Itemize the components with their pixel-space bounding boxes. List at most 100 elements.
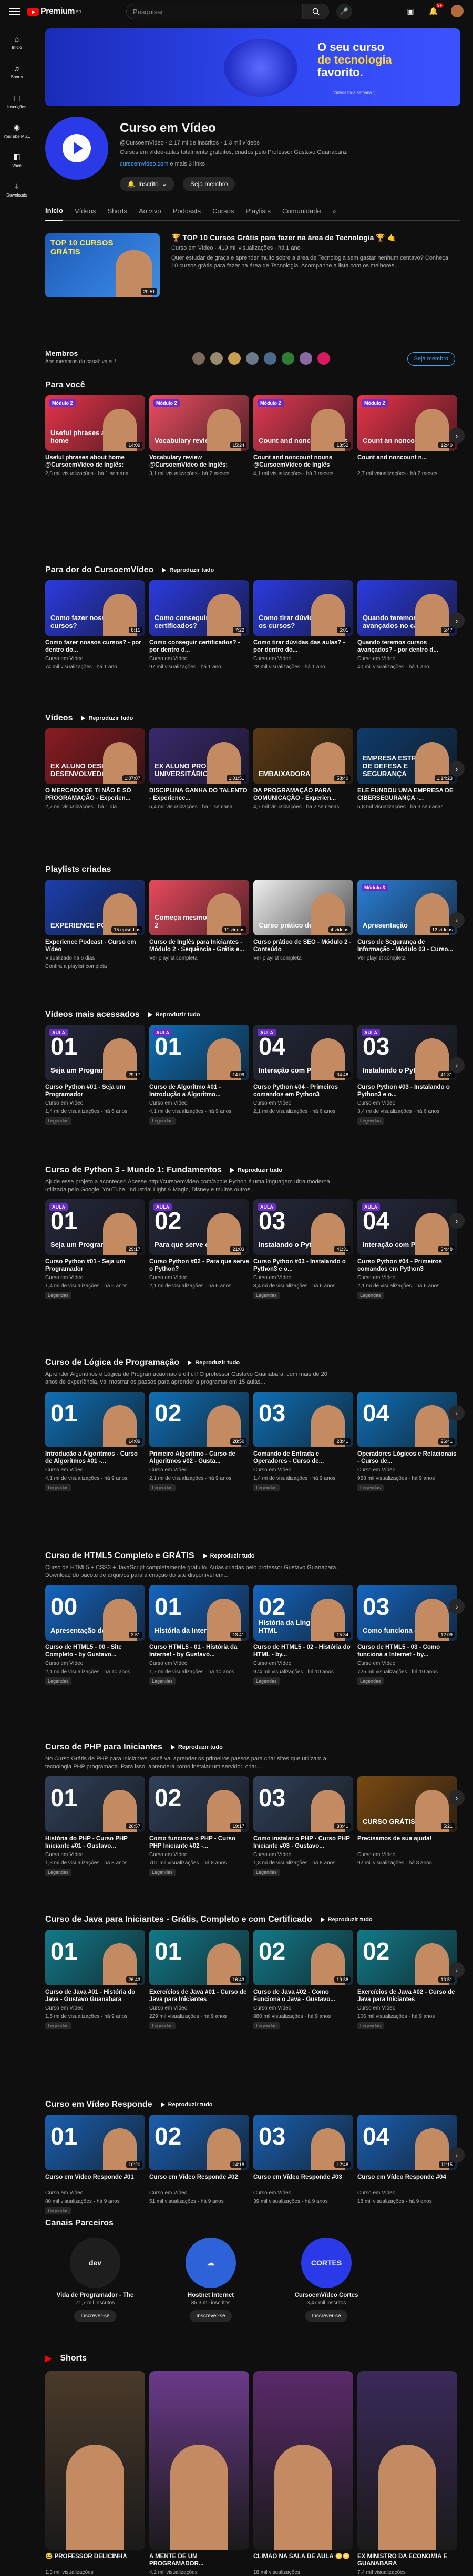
video-title[interactable]: Curso de Segurança de Informação - Módul…: [357, 939, 457, 953]
video-thumbnail[interactable]: 02 19:17: [149, 1776, 249, 1832]
video-title[interactable]: ELE FUNDOU UMA EMPRESA DE CIBERSEGURANÇA…: [357, 787, 457, 802]
video-thumbnail[interactable]: Quando teremos cursos avançados no canal…: [357, 580, 457, 636]
member-avatar[interactable]: [246, 352, 259, 365]
short-title[interactable]: A MENTE DE UM PROGRAMADOR...: [149, 2553, 249, 2568]
video-title[interactable]: Como conseguir certificados? - por dentr…: [149, 639, 249, 654]
video-card[interactable]: Quando teremos cursos avançados no canal…: [357, 580, 457, 671]
video-card[interactable]: Módulo 2 Vocabulary review 15:24 Vocabulary…: [149, 395, 249, 477]
video-thumbnail[interactable]: EMBAIXADORA GOOGLE 58:40: [253, 728, 353, 784]
video-thumbnail[interactable]: 02 28:50: [149, 1392, 249, 1447]
video-title[interactable]: Curso prático de SEO - Módulo 2 - Conteú…: [253, 939, 353, 953]
video-thumbnail[interactable]: 04 11:15: [357, 2115, 457, 2170]
member-avatar[interactable]: [228, 352, 241, 365]
next-arrow-icon[interactable]: ›: [449, 1057, 465, 1073]
video-title[interactable]: Quando teremos cursos avançados? - por d…: [357, 639, 457, 654]
video-thumbnail[interactable]: Módulo 2 Count an noncount n 12:40: [357, 395, 457, 451]
next-arrow-icon[interactable]: ›: [449, 2147, 465, 2163]
subscribe-button[interactable]: Inscrever-se: [74, 2310, 116, 2322]
video-title[interactable]: Curso de HTML5 - 02 - História do HTML -…: [253, 1644, 353, 1658]
youtube-logo[interactable]: Premium BR: [27, 7, 81, 16]
video-thumbnail[interactable]: Módulo 2 Vocabulary review 15:24: [149, 395, 249, 451]
nav-item[interactable]: ♫ Shorts: [0, 59, 34, 88]
video-thumbnail[interactable]: AULA 04 Interação com Python 34:48: [357, 1199, 457, 1255]
video-title[interactable]: Como fazer nossos cursos? - por dentro d…: [45, 639, 145, 654]
tab-item[interactable]: Cursos: [212, 202, 234, 221]
join-button[interactable]: Seja membro: [183, 177, 235, 191]
short-title[interactable]: EX MINISTRO DA ECONOMIA E GUANABARA: [357, 2553, 457, 2568]
video-thumbnail[interactable]: AULA 01 14:09: [149, 1025, 249, 1080]
tab-item[interactable]: Playlists: [245, 202, 271, 221]
video-card[interactable]: 02 19:38 Curso de Java #02 - Como Funciona…: [253, 1930, 353, 2030]
video-card[interactable]: AULA 04 Interação com Python 34:48 Curso Pyt…: [253, 1025, 353, 1125]
video-card[interactable]: 03 Como funciona a Internet 12:09 Curso de …: [357, 1585, 457, 1685]
next-arrow-icon[interactable]: ›: [449, 912, 465, 928]
video-title[interactable]: Curso de Algoritmo #01 - Introdução a Al…: [149, 1084, 249, 1098]
video-thumbnail[interactable]: 00 Apresentação do curso 3:51: [45, 1585, 145, 1641]
video-title[interactable]: Curso de Java #01 - História do Java - G…: [45, 1988, 145, 2003]
member-avatar[interactable]: [210, 352, 223, 365]
featured-thumbnail[interactable]: TOP 10 CURSOS GRÁTIS 20:51: [45, 233, 160, 297]
video-card[interactable]: 04 11:15 Curso em Vídeo Responde #04 Curso …: [357, 2115, 457, 2215]
partner-channel[interactable]: dev Vida de Programador - The 71,7 mil ins…: [45, 2238, 145, 2322]
shelf-title[interactable]: Vídeos mais acessados: [45, 1010, 140, 1019]
shelf-title[interactable]: Curso de Python 3 - Mundo 1: Fundamentos: [45, 1166, 222, 1175]
play-all-button[interactable]: Reproduzir tudo: [161, 2101, 213, 2108]
play-all-button[interactable]: Reproduzir tudo: [148, 1012, 200, 1018]
video-title[interactable]: Curso em Vídeo Responde #01: [45, 2173, 145, 2188]
shelf-title[interactable]: Curso de Java para Iniciantes - Grátis, …: [45, 1915, 312, 1924]
video-card[interactable]: AULA 01 14:09 Curso de Algoritmo #01 - Intr…: [149, 1025, 249, 1125]
tab-search-icon[interactable]: ⌕: [333, 202, 336, 221]
next-arrow-icon[interactable]: ›: [449, 1962, 465, 1978]
video-title[interactable]: Curso de HTML5 - 00 - Site Completo - by…: [45, 1644, 145, 1658]
video-card[interactable]: EMPRESA ESTRATÉGICA DE DEFESA E SEGURANÇ…: [357, 728, 457, 810]
video-card[interactable]: AULA 03 Instalando o Python 41:31 Curso Pyth…: [253, 1199, 353, 1300]
video-card[interactable]: 01 16:43 Exercícios de Java #01 - Curso de…: [149, 1930, 249, 2030]
video-card[interactable]: Módulo 2 Count and noncount nouns 13:52 Cou…: [253, 395, 353, 477]
subscribe-button[interactable]: Inscrever-se: [190, 2310, 232, 2322]
tab-item[interactable]: Início: [45, 202, 63, 221]
video-title[interactable]: Curso Python #01 - Seja um Programador: [45, 1258, 145, 1273]
subscribe-button[interactable]: Inscrever-se: [305, 2310, 347, 2322]
play-all-button[interactable]: Reproduzir tudo: [162, 567, 214, 573]
nav-item[interactable]: ◉ YouTube Mu...: [0, 118, 34, 147]
video-thumbnail[interactable]: Módulo 2 Useful phrases about home 14:09: [45, 395, 145, 451]
create-icon[interactable]: ▣: [405, 5, 416, 17]
bell-icon[interactable]: 🔔 9+: [428, 3, 444, 17]
search-button[interactable]: [303, 4, 329, 19]
video-title[interactable]: Curso Python #04 - Primeiros comandos em…: [253, 1084, 353, 1098]
video-title[interactable]: Experience Podcast - Curso em Vídeo: [45, 939, 145, 953]
next-arrow-icon[interactable]: ›: [449, 1599, 465, 1614]
short-thumbnail[interactable]: [253, 2371, 353, 2550]
partner-avatar[interactable]: ☁: [186, 2238, 236, 2288]
menu-icon[interactable]: [9, 8, 20, 15]
video-title[interactable]: Como funciona o PHP - Curso PHP Iniciant…: [149, 1835, 249, 1850]
subscribed-button[interactable]: 🔔 Inscrito ⌄: [120, 177, 174, 191]
video-thumbnail[interactable]: 01 10:20: [45, 2115, 145, 2170]
video-title[interactable]: Curso Python #02 - Para que serve o Pyth…: [149, 1258, 249, 1273]
video-title[interactable]: Comando de Entrada e Operadores - Curso …: [253, 1450, 353, 1465]
video-card[interactable]: Como conseguir os certificados? 7:22 Como …: [149, 580, 249, 671]
video-thumbnail[interactable]: AULA 01 Seja um Programador 29:17: [45, 1025, 145, 1080]
video-thumbnail[interactable]: 02 19:38: [253, 1930, 353, 1985]
video-card[interactable]: Módulo 2 Count an noncount n 12:40 Count an…: [357, 395, 457, 477]
video-card[interactable]: Módulo 3 Apresentação 12 vídeos Curso de Se…: [357, 880, 457, 970]
short-card[interactable]: CLIMÃO NA SALA DE AULA 😳😳 18 mil visualiz…: [253, 2371, 353, 2576]
short-title[interactable]: 😂 PROFESSOR DELICINHA: [45, 2553, 145, 2568]
video-card[interactable]: EX ALUNO DESIGNER E DESENVOLVEDOR 1:07:07…: [45, 728, 145, 810]
next-arrow-icon[interactable]: ›: [449, 428, 465, 444]
video-title[interactable]: Como instalar o PHP - Curso PHP Iniciant…: [253, 1835, 353, 1850]
video-title[interactable]: História do PHP - Curso PHP Iniciante #0…: [45, 1835, 145, 1850]
member-avatar[interactable]: [300, 352, 312, 365]
video-thumbnail[interactable]: Como tirar dúvidas sobre os cursos? 6:01: [253, 580, 353, 636]
video-thumbnail[interactable]: Módulo 3 Apresentação 12 vídeos: [357, 880, 457, 935]
video-title[interactable]: Curso de Java #02 - Como Funciona o Java…: [253, 1988, 353, 2003]
video-title[interactable]: Introdução a Algoritmos - Curso de Algor…: [45, 1450, 145, 1465]
shelf-title[interactable]: Para dor do CursoemVídeo: [45, 565, 153, 575]
video-title[interactable]: Precisamos de sua ajuda!: [357, 1835, 457, 1850]
member-avatar[interactable]: [282, 352, 294, 365]
video-card[interactable]: 03 28:41 Comando de Entrada e Operadores -…: [253, 1392, 353, 1492]
video-thumbnail[interactable]: Módulo 2 Count and noncount nouns 13:52: [253, 395, 353, 451]
video-title[interactable]: Curso Python #03 - Instalando o Python3 …: [357, 1084, 457, 1098]
video-thumbnail[interactable]: 03 Como funciona a Internet 12:09: [357, 1585, 457, 1641]
video-thumbnail[interactable]: 04 26:41: [357, 1392, 457, 1447]
